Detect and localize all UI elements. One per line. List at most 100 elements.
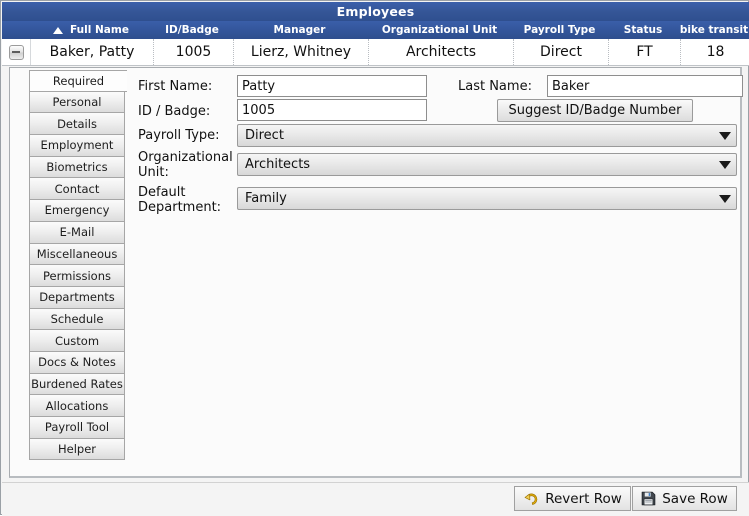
default-department-select[interactable]: Family	[237, 187, 737, 210]
last-name-label: Last Name:	[458, 79, 532, 94]
tab-schedule[interactable]: Schedule	[29, 308, 125, 331]
id-badge-input[interactable]	[237, 99, 427, 121]
tab-label: Payroll Tool	[44, 420, 110, 435]
grid-header-spacer	[2, 21, 30, 39]
tab-details[interactable]: Details	[29, 113, 125, 136]
column-header-label: Status	[623, 24, 663, 36]
cell-bike_transit[interactable]: 18	[680, 39, 749, 65]
revert-row-label: Revert Row	[545, 490, 622, 507]
column-header-status[interactable]: Status	[607, 21, 679, 39]
chevron-down-icon	[714, 194, 736, 203]
tab-permissions[interactable]: Permissions	[29, 265, 125, 287]
default-department-label-line1: Default	[138, 185, 186, 200]
tab-label: Schedule	[50, 311, 104, 326]
suggest-id-badge-label: Suggest ID/Badge Number	[508, 103, 682, 118]
column-header-full_name[interactable]: Full Name	[30, 21, 152, 39]
payroll-type-value: Direct	[245, 128, 284, 143]
required-tab-form: First Name: Last Name: ID / Badge: Sugge…	[130, 68, 743, 476]
row-expander-cell	[2, 39, 31, 65]
organizational-unit-label-line1: Organizational	[138, 150, 233, 165]
cell-manager[interactable]: Lierz, Whitney	[233, 39, 368, 65]
organizational-unit-value: Architects	[245, 157, 311, 172]
column-header-manager[interactable]: Manager	[232, 21, 367, 39]
tab-label: Biometrics	[46, 160, 108, 175]
cell-value: Lierz, Whitney	[250, 44, 352, 60]
organizational-unit-select[interactable]: Architects	[237, 153, 737, 176]
tab-burdened-rates[interactable]: Burdened Rates	[29, 373, 125, 396]
tab-label: Helper	[57, 442, 97, 457]
tab-label: Allocations	[45, 398, 109, 413]
tab-label: Custom	[54, 333, 100, 348]
tab-label: Departments	[39, 290, 115, 305]
suggest-id-badge-button[interactable]: Suggest ID/Badge Number	[497, 99, 693, 122]
detail-tab-list: Required Personal Details Employment Biometr…	[29, 70, 127, 461]
cell-id_badge[interactable]: 1005	[153, 39, 233, 65]
cell-value: 18	[706, 44, 725, 60]
tab-departments[interactable]: Departments	[29, 286, 125, 309]
default-department-value: Family	[245, 191, 287, 206]
column-header-label: ID/Badge	[165, 24, 219, 36]
tab-label: Docs & Notes	[38, 355, 116, 370]
tab-allocations[interactable]: Allocations	[29, 395, 125, 417]
tab-contact[interactable]: Contact	[29, 178, 125, 201]
chevron-down-icon	[714, 160, 736, 169]
tab-label: Employment	[40, 138, 114, 153]
column-header-label: bike transit	[679, 24, 749, 36]
tab-label: Burdened Rates	[31, 376, 123, 391]
tab-employment[interactable]: Employment	[29, 135, 125, 157]
sort-ascending-arrow-icon	[53, 26, 64, 34]
column-header-label: Manager	[273, 24, 326, 36]
cell-value: Direct	[540, 44, 582, 60]
column-header-id_badge[interactable]: ID/Badge	[152, 21, 232, 39]
tab-required[interactable]: Required	[29, 70, 127, 92]
column-header-organizational_unit[interactable]: Organizational Unit	[367, 21, 512, 39]
organizational-unit-label-line2: Unit:	[138, 165, 169, 180]
save-row-button[interactable]: Save Row	[632, 486, 737, 511]
default-department-label: Default Department:	[138, 185, 233, 215]
tab-label: Required	[52, 73, 105, 88]
cell-value: 1005	[175, 44, 212, 60]
tab-label: Emergency	[44, 203, 110, 218]
undo-arrow-icon	[524, 493, 538, 505]
tab-docs-notes[interactable]: Docs & Notes	[29, 351, 125, 374]
payroll-type-select[interactable]: Direct	[237, 124, 737, 147]
last-name-input[interactable]	[547, 75, 743, 97]
cell-full_name[interactable]: Baker, Patty	[31, 39, 153, 65]
tab-emergency[interactable]: Emergency	[29, 200, 125, 222]
tab-custom[interactable]: Custom	[29, 330, 125, 352]
collapse-row-minus-icon[interactable]	[8, 44, 24, 60]
cell-value: Architects	[405, 44, 477, 60]
page-title: Employees	[336, 4, 415, 19]
tab-label: Details	[57, 116, 97, 131]
cell-organizational_unit[interactable]: Architects	[368, 39, 513, 65]
cell-value: Baker, Patty	[49, 44, 135, 60]
payroll-type-label: Payroll Type:	[138, 128, 220, 143]
tab-label: Permissions	[42, 268, 112, 283]
tab-personal[interactable]: Personal	[29, 91, 125, 114]
cell-value: FT	[636, 44, 653, 60]
employee-detail-panel: Required Personal Details Employment Biometr…	[9, 67, 743, 478]
tab-helper[interactable]: Helper	[29, 438, 125, 461]
save-row-label: Save Row	[662, 490, 728, 507]
tab-label: E-Mail	[59, 225, 95, 240]
default-department-label-line2: Department:	[138, 200, 222, 215]
grid-column-header: Full Name ID/Badge Manager Organizational U…	[2, 21, 749, 39]
column-header-payroll_type[interactable]: Payroll Type	[512, 21, 607, 39]
first-name-label: First Name:	[138, 79, 213, 94]
employees-window: Employees Full Name ID/Badge Manager Organi…	[0, 0, 749, 516]
first-name-input[interactable]	[237, 75, 427, 97]
tab-e-mail[interactable]: E-Mail	[29, 221, 125, 244]
id-badge-label: ID / Badge:	[138, 104, 211, 119]
tab-label: Personal	[52, 95, 102, 110]
revert-row-button[interactable]: Revert Row	[514, 486, 631, 511]
tab-label: Contact	[54, 181, 100, 196]
cell-payroll_type[interactable]: Direct	[513, 39, 608, 65]
tab-biometrics[interactable]: Biometrics	[29, 156, 125, 179]
table-row[interactable]: Baker, Patty 1005 Lierz, Whitney Architects…	[2, 39, 749, 66]
cell-status[interactable]: FT	[608, 39, 680, 65]
tab-miscellaneous[interactable]: Miscellaneous	[29, 243, 125, 266]
detail-action-bar: Revert Row Save Row	[2, 482, 749, 516]
tab-payroll-tool[interactable]: Payroll Tool	[29, 417, 125, 439]
column-header-bike_transit[interactable]: bike transit	[679, 21, 749, 39]
column-header-label: Organizational Unit	[381, 24, 498, 36]
